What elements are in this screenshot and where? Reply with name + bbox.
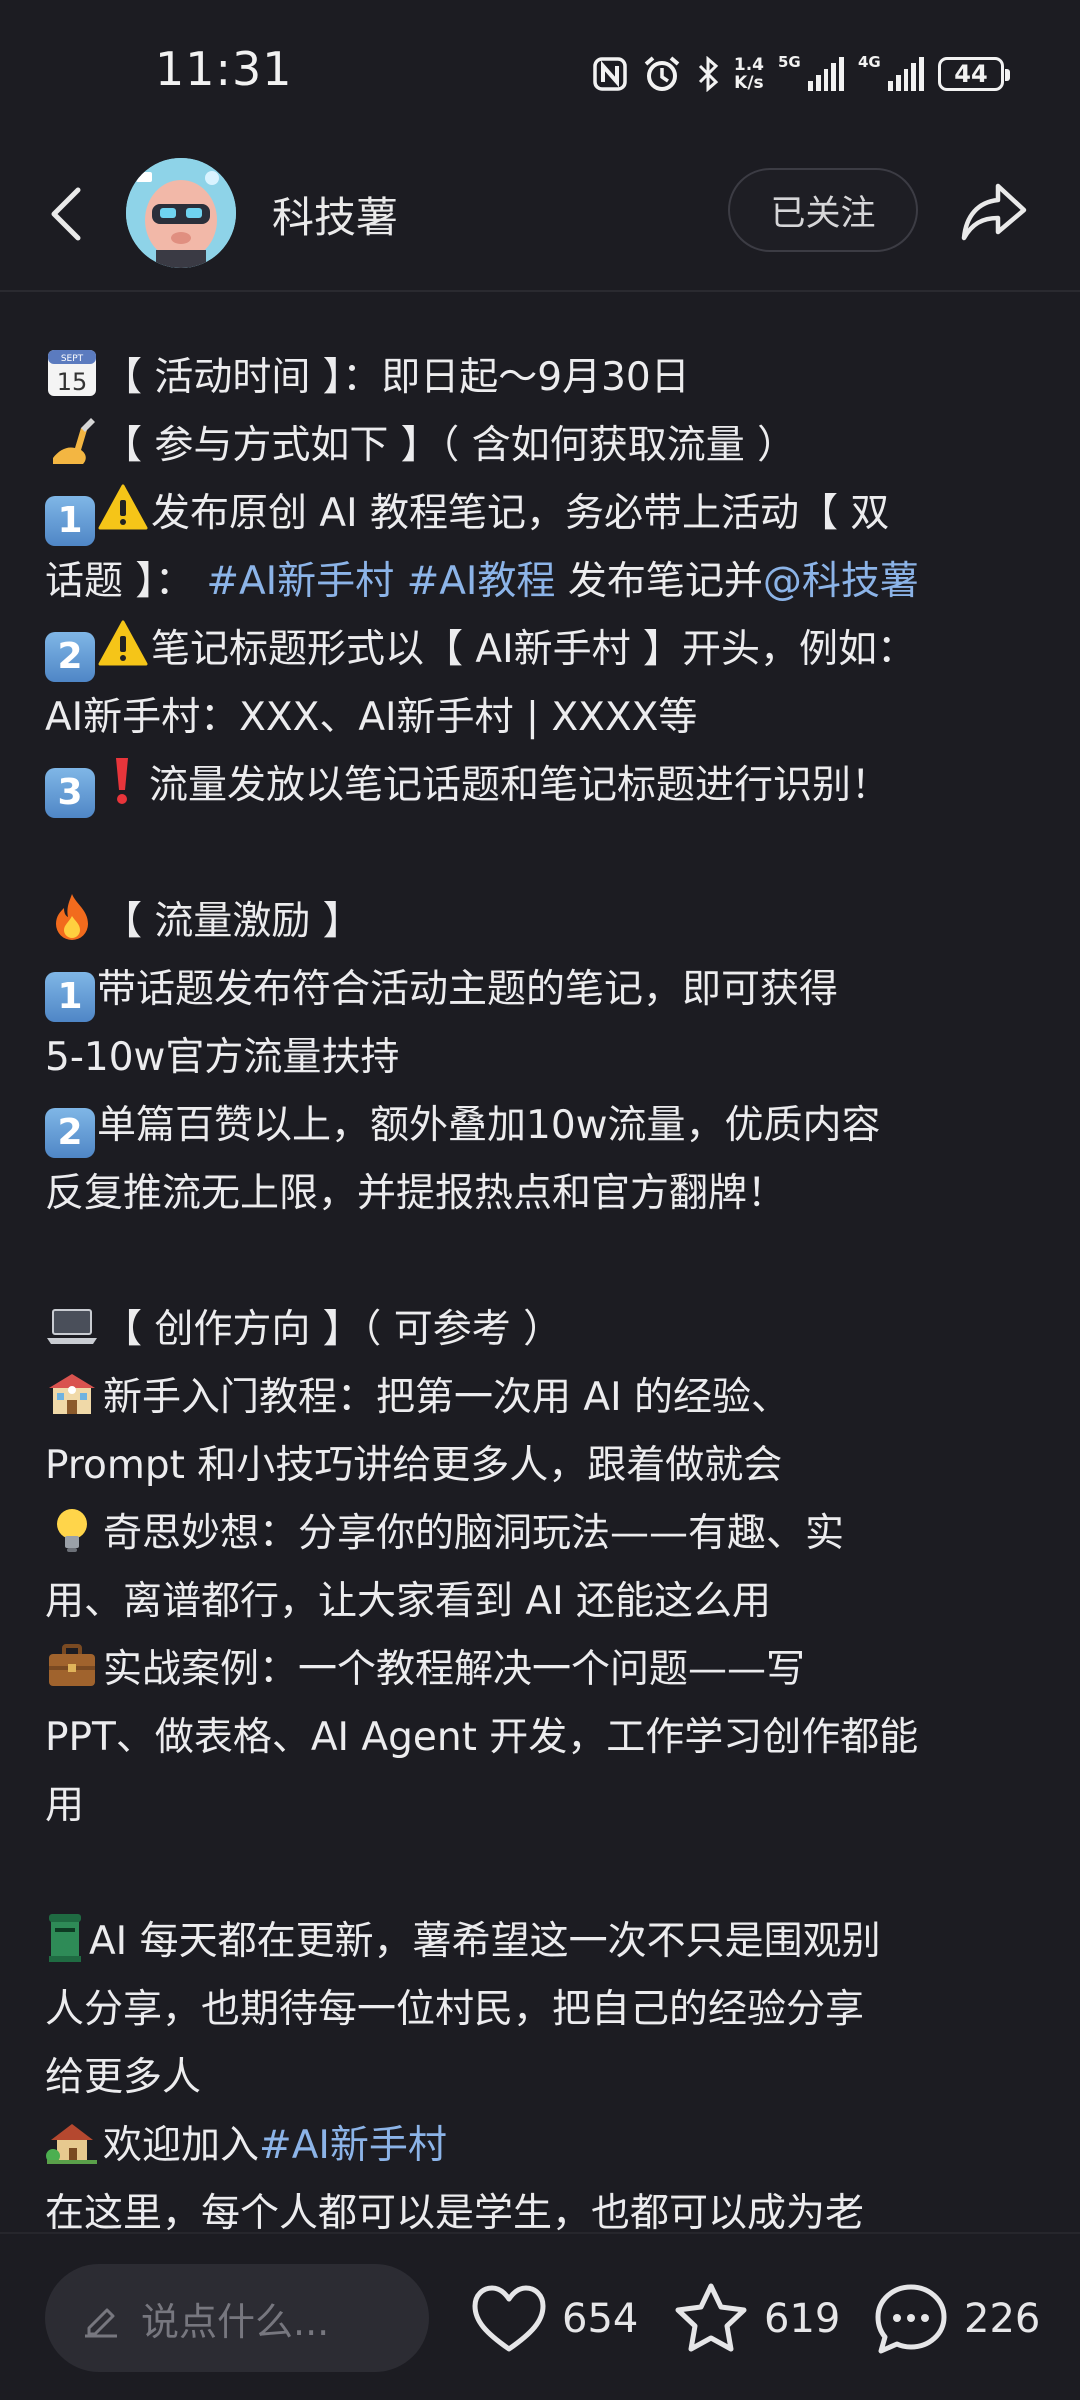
text-line: 话题 】： #AI新手村 #AI教程 发布笔记并@科技薯 bbox=[45, 559, 919, 604]
nfc-icon bbox=[592, 56, 628, 92]
chat-bubble-icon bbox=[875, 2284, 947, 2354]
keycap-1-icon: 1 bbox=[45, 972, 95, 1022]
comments-button[interactable]: 226 bbox=[872, 2274, 1040, 2364]
text-line: 【 创作方向 】（ 可参考 ） bbox=[45, 1296, 1045, 1364]
text-line: AI新手村：XXX、AI新手村 | XXXX等 bbox=[45, 695, 698, 740]
keycap-2-icon: 2 bbox=[45, 1108, 95, 1158]
briefcase-icon bbox=[45, 1638, 99, 1692]
author-avatar[interactable] bbox=[126, 158, 236, 268]
svg-text:15: 15 bbox=[57, 368, 88, 396]
hashtag-ai-newbie-village[interactable]: #AI新手村 bbox=[259, 2123, 447, 2168]
text-line: 2 单篇百赞以上，额外叠加10w流量，优质内容 bbox=[45, 1092, 1045, 1160]
collect-button[interactable]: 619 bbox=[672, 2274, 840, 2364]
network-speed: 1.4 K/s bbox=[733, 55, 764, 93]
status-icons: 1.4 K/s 5G 4G 44 bbox=[592, 50, 1010, 98]
bluetooth-icon bbox=[696, 56, 720, 92]
house-with-garden-icon bbox=[45, 2114, 99, 2168]
text-line: 3 流量发放以笔记话题和笔记标题进行识别！ bbox=[45, 752, 1045, 820]
star-icon bbox=[675, 2283, 747, 2352]
laptop-icon bbox=[45, 1298, 99, 1352]
share-button[interactable] bbox=[958, 176, 1030, 248]
status-bar: 11:31 1.4 K/s 5G 4G 44 bbox=[0, 0, 1080, 140]
text-line: 给更多人 bbox=[45, 2055, 202, 2100]
warning-icon bbox=[98, 620, 148, 666]
clock: 11:31 bbox=[155, 42, 293, 96]
calendar-icon: SEPT 15 bbox=[45, 346, 99, 400]
chevron-left-icon bbox=[51, 187, 81, 241]
text-line: AI 每天都在更新，薯希望这一次不只是围观别 bbox=[45, 1908, 1045, 1976]
text-line: 用 bbox=[45, 1783, 85, 1828]
pencil-icon bbox=[85, 2308, 117, 2338]
text-line: SEPT 15 【 活动时间 】：即日起～9月30日 bbox=[45, 344, 1045, 412]
text-line: 【 流量激励 】 bbox=[45, 888, 1045, 956]
writing-hand-icon bbox=[45, 414, 99, 468]
collect-count: 619 bbox=[764, 2296, 841, 2342]
school-icon bbox=[45, 1366, 99, 1420]
signal-5g-icon: 5G bbox=[778, 53, 844, 91]
text-line: PPT、做表格、AI Agent 开发，工作学习创作都能 bbox=[45, 1715, 919, 1760]
text-line: 欢迎加入#AI新手村 bbox=[45, 2112, 1045, 2180]
text-line: 1 带话题发布符合活动主题的笔记，即可获得 bbox=[45, 956, 1045, 1024]
keycap-2-icon: 2 bbox=[45, 632, 95, 682]
text-line: 2 笔记标题形式以【 AI新手村 】开头，例如： bbox=[45, 616, 1045, 684]
like-button[interactable]: 654 bbox=[470, 2274, 638, 2364]
follow-button[interactable]: 已关注 bbox=[728, 168, 918, 252]
postbox-icon bbox=[45, 1910, 85, 1964]
heart-icon bbox=[472, 2285, 546, 2352]
author-name[interactable]: 科技薯 bbox=[272, 184, 398, 245]
text-line: 用、离谱都行，让大家看到 AI 还能这么用 bbox=[45, 1579, 771, 1624]
text-line: 新手入门教程：把第一次用 AI 的经验、 bbox=[45, 1364, 1045, 1432]
warning-icon bbox=[98, 484, 148, 530]
svg-text:SEPT: SEPT bbox=[61, 354, 84, 364]
note-header: 科技薯 已关注 bbox=[0, 140, 1080, 292]
text-line: Prompt 和小技巧讲给更多人，跟着做就会 bbox=[45, 1443, 783, 1488]
comment-count: 226 bbox=[964, 2296, 1041, 2342]
alarm-icon bbox=[642, 54, 682, 94]
share-icon bbox=[961, 183, 1027, 241]
text-line: 奇思妙想：分享你的脑洞玩法——有趣、实 bbox=[45, 1500, 1045, 1568]
like-count: 654 bbox=[562, 2296, 639, 2342]
text-line: 5-10w官方流量扶持 bbox=[45, 1035, 400, 1080]
text-line: 人分享，也期待每一位村民，把自己的经验分享 bbox=[45, 1987, 865, 2032]
keycap-1-icon: 1 bbox=[45, 496, 95, 546]
hashtag-ai-tutorial[interactable]: #AI教程 bbox=[407, 559, 556, 604]
comment-placeholder: 说点什么... bbox=[141, 2299, 330, 2344]
text-line: 【 参与方式如下 】（ 含如何获取流量 ） bbox=[45, 412, 1045, 480]
fire-icon bbox=[45, 890, 99, 944]
light-bulb-icon bbox=[45, 1502, 99, 1556]
potato-mascot-icon bbox=[126, 158, 236, 268]
battery-icon: 44 bbox=[938, 57, 1010, 91]
note-body: SEPT 15 【 活动时间 】：即日起～9月30日 【 参与方式如下 】（ 含如… bbox=[45, 344, 1045, 2248]
hashtag-ai-newbie-village[interactable]: #AI新手村 bbox=[206, 559, 394, 604]
mention-author[interactable]: @科技薯 bbox=[763, 559, 919, 604]
text-line: 反复推流无上限，并提报热点和官方翻牌！ bbox=[45, 1171, 787, 1216]
text-line: 实战案例：一个教程解决一个问题——写 bbox=[45, 1636, 1045, 1704]
signal-4g-icon: 4G bbox=[858, 53, 924, 91]
back-button[interactable] bbox=[40, 184, 100, 244]
text-line: 1 发布原创 AI 教程笔记，务必带上活动【 双 bbox=[45, 480, 1045, 548]
keycap-3-icon: 3 bbox=[45, 768, 95, 818]
bottom-action-bar: 说点什么... 654 619 226 bbox=[0, 2232, 1080, 2400]
exclamation-icon bbox=[116, 758, 128, 804]
comment-input[interactable]: 说点什么... bbox=[45, 2264, 429, 2372]
